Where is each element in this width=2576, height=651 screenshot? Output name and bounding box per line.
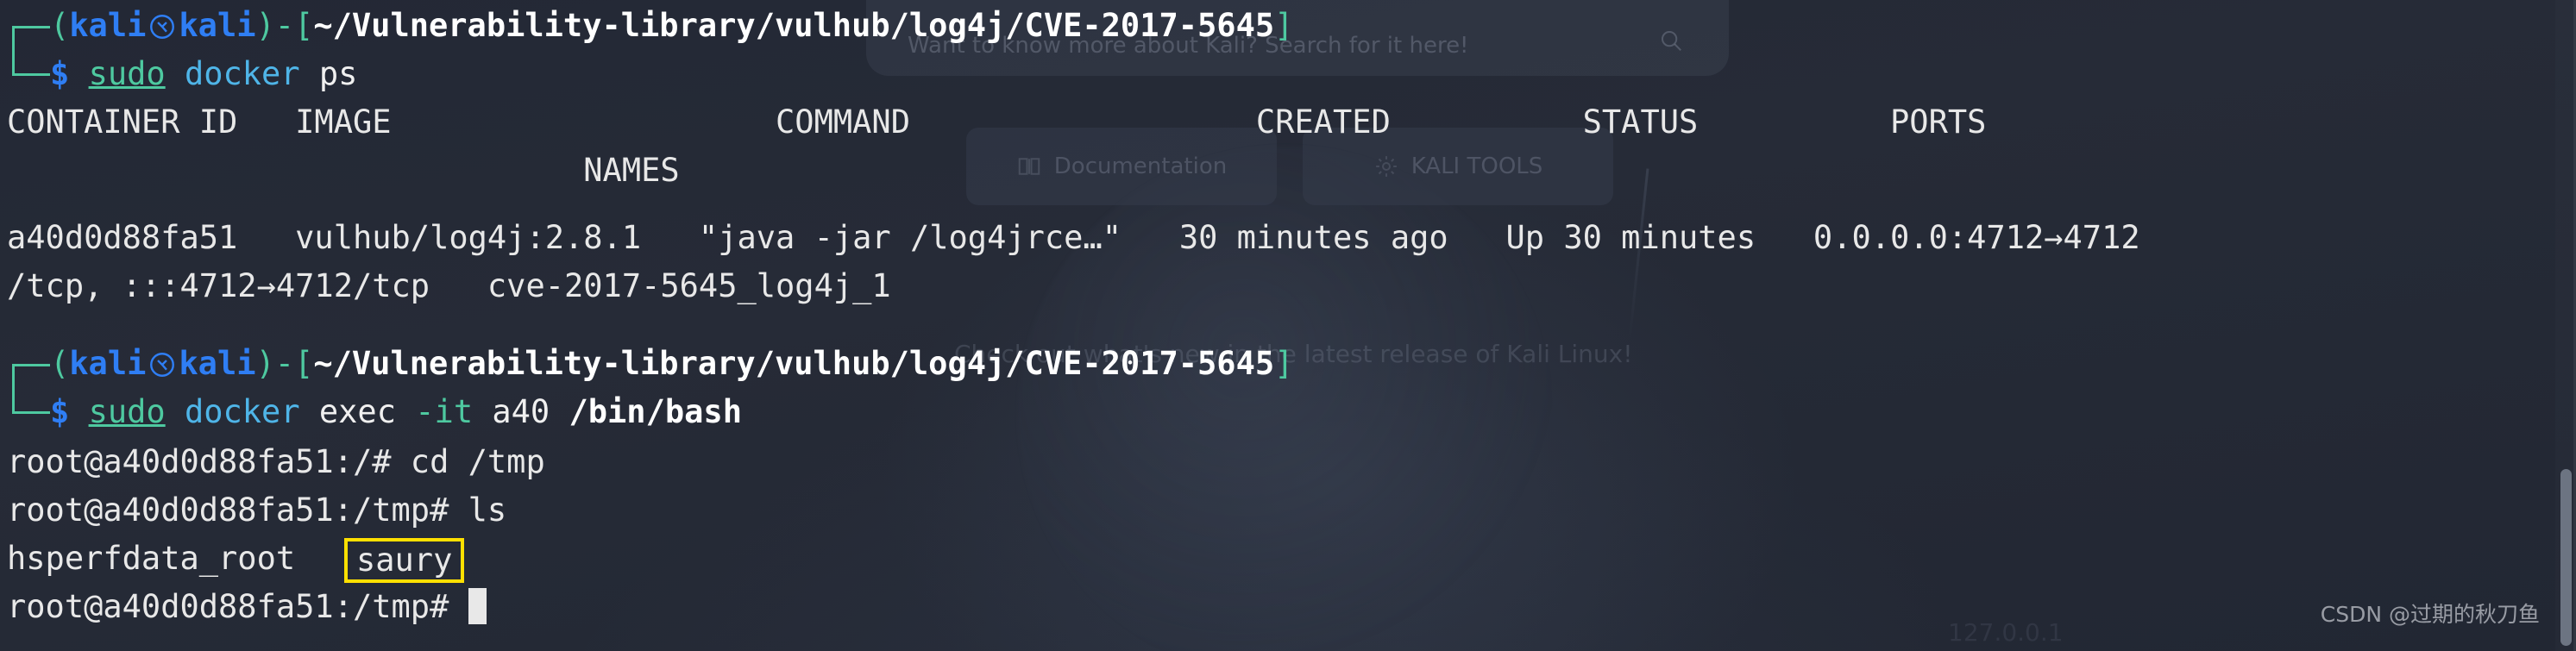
prompt-open-paren-2: ( — [50, 345, 70, 382]
kali-dragon-icon — [148, 12, 177, 41]
cmd1-part-3: ps — [299, 55, 358, 92]
prompt-host-2: kali — [179, 345, 256, 382]
prompt-corner-top-2 — [12, 364, 50, 389]
ls-output-hsperfdata: hsperfdata_root — [7, 540, 296, 577]
cmd1-part-0: sudo — [88, 55, 166, 92]
prompt-close-paren-1: ) — [255, 7, 275, 44]
docker-ps-row-line-1: a40d0d88fa51 vulhub/log4j:2.8.1 "java -j… — [7, 219, 2140, 256]
prompt-dash-1: - — [274, 7, 295, 44]
command-line-2[interactable]: $ sudo docker exec -it a40 /bin/bash — [50, 388, 742, 436]
prompt-rbracket-1: ] — [1274, 7, 1294, 44]
prompt-open-paren-1: ( — [50, 7, 70, 44]
cmd2-part-1 — [166, 393, 185, 430]
prompt-lbracket-1: [ — [294, 7, 314, 44]
cmd1-part-1 — [166, 55, 185, 92]
docker-ps-row-line-2: /tcp, :::4712→4712/tcp cve-2017-5645_log… — [7, 267, 891, 304]
prompt-corner-bottom-2 — [12, 389, 50, 414]
terminal-screen[interactable]: (kali kali)-[~/Vulnerability-library/vulh… — [0, 0, 2576, 651]
text-cursor — [468, 588, 487, 624]
prompt-dash-2: - — [274, 345, 295, 382]
container-final-prompt: root@a40d0d88fa51:/tmp# — [7, 583, 487, 631]
prompt-user-1: kali — [69, 7, 147, 44]
prompt-rbracket-2: ] — [1274, 345, 1294, 382]
container-line-ls: root@a40d0d88fa51:/tmp# ls — [7, 491, 507, 529]
kali-dragon-icon — [148, 350, 177, 379]
prompt-line-1: (kali kali)-[~/Vulnerability-library/vulh… — [50, 2, 1293, 50]
prompt-corner-bottom-1 — [12, 51, 50, 76]
cmd2-part-2: docker — [184, 393, 300, 430]
prompt-close-paren-2: ) — [255, 345, 275, 382]
prompt-path-1: ~/Vulnerability-library/vulhub/log4j/CVE… — [313, 7, 1275, 44]
docker-ps-header-line-1: CONTAINER ID IMAGE COMMAND CREATED STATU… — [7, 103, 1987, 141]
cmd2-part-0: sudo — [88, 393, 166, 430]
cmd2-part-6: /bin/bash — [569, 393, 742, 430]
terminal-window[interactable]: Want to know more about Kali? Search for… — [0, 0, 2576, 651]
csdn-watermark: CSDN @过期的秋刀鱼 — [2320, 602, 2540, 627]
prompt-dollar-1: $ — [50, 55, 70, 92]
docker-ps-header-line-2: NAMES — [7, 152, 680, 189]
prompt-dollar-2: $ — [50, 393, 70, 430]
prompt-corner-top-1 — [12, 26, 50, 51]
cmd2-part-4: -it — [415, 393, 474, 430]
cmd2-part-3: exec — [299, 393, 416, 430]
cmd2-part-5: a40 — [473, 393, 569, 430]
prompt-path-2: ~/Vulnerability-library/vulhub/log4j/CVE… — [313, 345, 1275, 382]
ls-output-line: hsperfdata_root saury — [7, 535, 465, 583]
prompt-user-2: kali — [69, 345, 147, 382]
prompt-line-2: (kali kali)-[~/Vulnerability-library/vulh… — [50, 340, 1293, 388]
ls-output-saury-highlighted: saury — [343, 538, 465, 583]
scrollbar-thumb[interactable] — [2560, 469, 2572, 646]
prompt-host-1: kali — [179, 7, 256, 44]
container-final-prompt-text: root@a40d0d88fa51:/tmp# — [7, 588, 449, 625]
cmd1-part-2: docker — [184, 55, 300, 92]
container-line-cd: root@a40d0d88fa51:/# cd /tmp — [7, 443, 545, 480]
prompt-lbracket-2: [ — [294, 345, 314, 382]
command-line-1[interactable]: $ sudo docker ps — [50, 50, 357, 98]
